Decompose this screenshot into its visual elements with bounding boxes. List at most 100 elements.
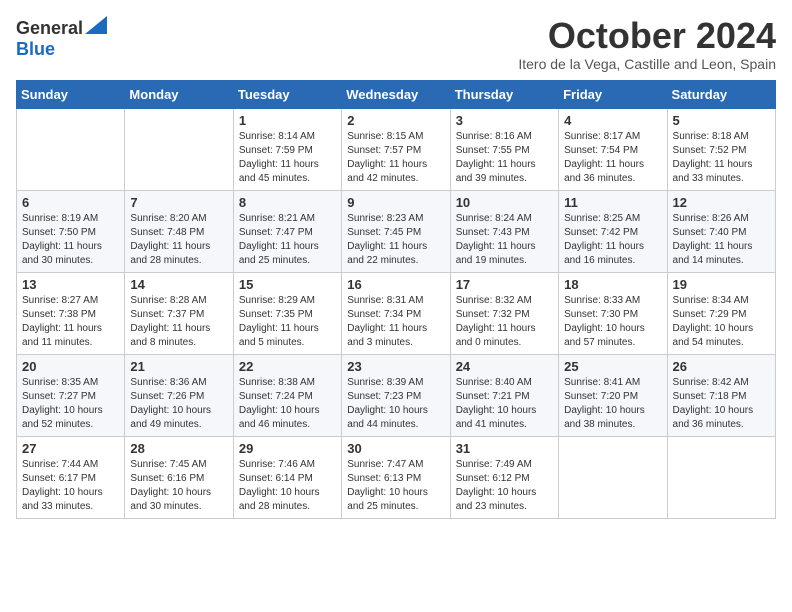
day-number: 11 bbox=[564, 195, 661, 210]
day-info: Sunrise: 8:29 AM Sunset: 7:35 PM Dayligh… bbox=[239, 295, 319, 348]
day-number: 23 bbox=[347, 359, 444, 374]
calendar-cell: 7 Sunrise: 8:20 AM Sunset: 7:48 PM Daylig… bbox=[125, 190, 233, 272]
day-number: 20 bbox=[22, 359, 119, 374]
day-info: Sunrise: 8:36 AM Sunset: 7:26 PM Dayligh… bbox=[130, 377, 211, 430]
day-number: 25 bbox=[564, 359, 661, 374]
weekday-header-tuesday: Tuesday bbox=[233, 80, 341, 108]
calendar-cell: 23 Sunrise: 8:39 AM Sunset: 7:23 PM Dayli… bbox=[342, 354, 450, 436]
weekday-header-row: SundayMondayTuesdayWednesdayThursdayFrid… bbox=[17, 80, 776, 108]
calendar-cell bbox=[667, 436, 775, 518]
day-info: Sunrise: 8:33 AM Sunset: 7:30 PM Dayligh… bbox=[564, 295, 645, 348]
day-info: Sunrise: 7:45 AM Sunset: 6:16 PM Dayligh… bbox=[130, 459, 211, 512]
calendar-cell: 1Sunrise: 8:14 AM Sunset: 7:59 PM Daylig… bbox=[233, 108, 341, 190]
week-row-5: 27Sunrise: 7:44 AM Sunset: 6:17 PM Dayli… bbox=[17, 436, 776, 518]
day-info: Sunrise: 8:26 AM Sunset: 7:40 PM Dayligh… bbox=[673, 213, 753, 266]
day-number: 12 bbox=[673, 195, 770, 210]
day-info: Sunrise: 7:49 AM Sunset: 6:12 PM Dayligh… bbox=[456, 459, 537, 512]
logo-blue: Blue bbox=[16, 39, 55, 59]
day-info: Sunrise: 8:42 AM Sunset: 7:18 PM Dayligh… bbox=[673, 377, 754, 430]
day-number: 29 bbox=[239, 441, 336, 456]
day-info: Sunrise: 8:16 AM Sunset: 7:55 PM Dayligh… bbox=[456, 131, 536, 184]
day-info: Sunrise: 8:15 AM Sunset: 7:57 PM Dayligh… bbox=[347, 131, 427, 184]
day-number: 13 bbox=[22, 277, 119, 292]
location-subtitle: Itero de la Vega, Castille and Leon, Spa… bbox=[518, 56, 776, 72]
day-info: Sunrise: 7:47 AM Sunset: 6:13 PM Dayligh… bbox=[347, 459, 428, 512]
calendar-cell: 12 Sunrise: 8:26 AM Sunset: 7:40 PM Dayli… bbox=[667, 190, 775, 272]
calendar-cell: 15 Sunrise: 8:29 AM Sunset: 7:35 PM Dayli… bbox=[233, 272, 341, 354]
logo-icon bbox=[85, 16, 107, 34]
day-number: 26 bbox=[673, 359, 770, 374]
day-number: 27 bbox=[22, 441, 119, 456]
month-title: October 2024 bbox=[518, 16, 776, 56]
calendar-cell bbox=[559, 436, 667, 518]
calendar-cell bbox=[17, 108, 125, 190]
day-number: 19 bbox=[673, 277, 770, 292]
calendar-cell: 21 Sunrise: 8:36 AM Sunset: 7:26 PM Dayli… bbox=[125, 354, 233, 436]
day-number: 15 bbox=[239, 277, 336, 292]
day-info: Sunrise: 8:34 AM Sunset: 7:29 PM Dayligh… bbox=[673, 295, 754, 348]
calendar-cell: 9Sunrise: 8:23 AM Sunset: 7:45 PM Daylig… bbox=[342, 190, 450, 272]
day-number: 18 bbox=[564, 277, 661, 292]
calendar-cell: 24 Sunrise: 8:40 AM Sunset: 7:21 PM Dayli… bbox=[450, 354, 558, 436]
calendar-cell: 30 Sunrise: 7:47 AM Sunset: 6:13 PM Dayli… bbox=[342, 436, 450, 518]
calendar-cell: 11Sunrise: 8:25 AM Sunset: 7:42 PM Dayli… bbox=[559, 190, 667, 272]
calendar-cell: 27Sunrise: 7:44 AM Sunset: 6:17 PM Dayli… bbox=[17, 436, 125, 518]
weekday-header-thursday: Thursday bbox=[450, 80, 558, 108]
title-area: October 2024 Itero de la Vega, Castille … bbox=[518, 16, 776, 72]
weekday-header-wednesday: Wednesday bbox=[342, 80, 450, 108]
day-info: Sunrise: 8:14 AM Sunset: 7:59 PM Dayligh… bbox=[239, 131, 319, 184]
calendar-table: SundayMondayTuesdayWednesdayThursdayFrid… bbox=[16, 80, 776, 519]
day-number: 8 bbox=[239, 195, 336, 210]
week-row-4: 20 Sunrise: 8:35 AM Sunset: 7:27 PM Dayli… bbox=[17, 354, 776, 436]
calendar-cell: 29Sunrise: 7:46 AM Sunset: 6:14 PM Dayli… bbox=[233, 436, 341, 518]
day-number: 31 bbox=[456, 441, 553, 456]
calendar-cell: 5Sunrise: 8:18 AM Sunset: 7:52 PM Daylig… bbox=[667, 108, 775, 190]
day-number: 30 bbox=[347, 441, 444, 456]
weekday-header-sunday: Sunday bbox=[17, 80, 125, 108]
header: General Blue October 2024 Itero de la Ve… bbox=[16, 16, 776, 72]
day-info: Sunrise: 8:20 AM Sunset: 7:48 PM Dayligh… bbox=[130, 213, 210, 266]
day-number: 6 bbox=[22, 195, 119, 210]
day-info: Sunrise: 8:21 AM Sunset: 7:47 PM Dayligh… bbox=[239, 213, 319, 266]
day-number: 16 bbox=[347, 277, 444, 292]
day-info: Sunrise: 8:35 AM Sunset: 7:27 PM Dayligh… bbox=[22, 377, 103, 430]
calendar-cell: 8 Sunrise: 8:21 AM Sunset: 7:47 PM Daylig… bbox=[233, 190, 341, 272]
day-number: 4 bbox=[564, 113, 661, 128]
day-number: 24 bbox=[456, 359, 553, 374]
calendar-cell: 26 Sunrise: 8:42 AM Sunset: 7:18 PM Dayli… bbox=[667, 354, 775, 436]
day-number: 28 bbox=[130, 441, 227, 456]
day-number: 17 bbox=[456, 277, 553, 292]
calendar-cell: 22Sunrise: 8:38 AM Sunset: 7:24 PM Dayli… bbox=[233, 354, 341, 436]
day-info: Sunrise: 8:24 AM Sunset: 7:43 PM Dayligh… bbox=[456, 213, 536, 266]
calendar-cell: 16 Sunrise: 8:31 AM Sunset: 7:34 PM Dayli… bbox=[342, 272, 450, 354]
weekday-header-monday: Monday bbox=[125, 80, 233, 108]
day-number: 3 bbox=[456, 113, 553, 128]
day-info: Sunrise: 8:31 AM Sunset: 7:34 PM Dayligh… bbox=[347, 295, 427, 348]
day-info: Sunrise: 8:17 AM Sunset: 7:54 PM Dayligh… bbox=[564, 131, 644, 184]
calendar-cell: 20 Sunrise: 8:35 AM Sunset: 7:27 PM Dayli… bbox=[17, 354, 125, 436]
week-row-1: 1Sunrise: 8:14 AM Sunset: 7:59 PM Daylig… bbox=[17, 108, 776, 190]
day-info: Sunrise: 8:39 AM Sunset: 7:23 PM Dayligh… bbox=[347, 377, 428, 430]
calendar-cell: 4 Sunrise: 8:17 AM Sunset: 7:54 PM Daylig… bbox=[559, 108, 667, 190]
day-info: Sunrise: 8:19 AM Sunset: 7:50 PM Dayligh… bbox=[22, 213, 102, 266]
week-row-2: 6 Sunrise: 8:19 AM Sunset: 7:50 PM Daylig… bbox=[17, 190, 776, 272]
day-number: 7 bbox=[130, 195, 227, 210]
day-number: 9 bbox=[347, 195, 444, 210]
day-info: Sunrise: 8:32 AM Sunset: 7:32 PM Dayligh… bbox=[456, 295, 536, 348]
calendar-cell: 3 Sunrise: 8:16 AM Sunset: 7:55 PM Daylig… bbox=[450, 108, 558, 190]
day-number: 2 bbox=[347, 113, 444, 128]
day-number: 5 bbox=[673, 113, 770, 128]
calendar-cell: 18 Sunrise: 8:33 AM Sunset: 7:30 PM Dayli… bbox=[559, 272, 667, 354]
day-info: Sunrise: 8:28 AM Sunset: 7:37 PM Dayligh… bbox=[130, 295, 210, 348]
day-info: Sunrise: 8:38 AM Sunset: 7:24 PM Dayligh… bbox=[239, 377, 320, 430]
day-number: 14 bbox=[130, 277, 227, 292]
week-row-3: 13Sunrise: 8:27 AM Sunset: 7:38 PM Dayli… bbox=[17, 272, 776, 354]
day-info: Sunrise: 8:40 AM Sunset: 7:21 PM Dayligh… bbox=[456, 377, 537, 430]
day-info: Sunrise: 8:41 AM Sunset: 7:20 PM Dayligh… bbox=[564, 377, 645, 430]
calendar-cell: 13Sunrise: 8:27 AM Sunset: 7:38 PM Dayli… bbox=[17, 272, 125, 354]
calendar-cell bbox=[125, 108, 233, 190]
calendar-cell: 6 Sunrise: 8:19 AM Sunset: 7:50 PM Daylig… bbox=[17, 190, 125, 272]
calendar-cell: 2 Sunrise: 8:15 AM Sunset: 7:57 PM Daylig… bbox=[342, 108, 450, 190]
calendar-cell: 28 Sunrise: 7:45 AM Sunset: 6:16 PM Dayli… bbox=[125, 436, 233, 518]
day-number: 21 bbox=[130, 359, 227, 374]
